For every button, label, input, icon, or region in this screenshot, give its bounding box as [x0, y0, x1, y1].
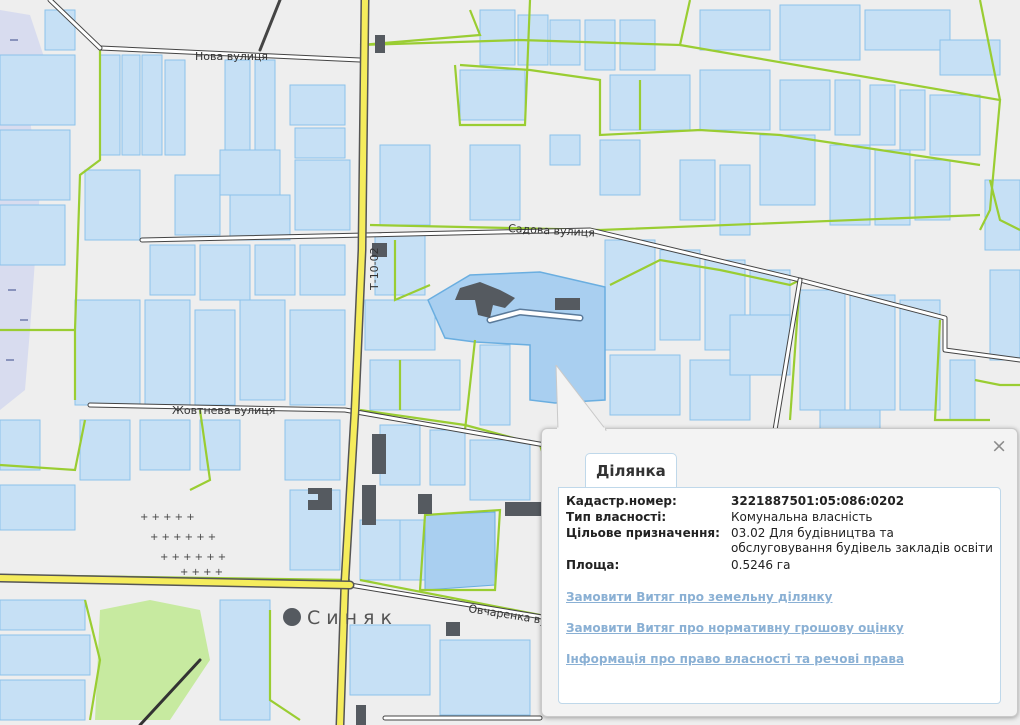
- ownership-type-row: Тип власності: Комунальна власність: [566, 510, 996, 525]
- popup-pointer: [555, 365, 608, 431]
- purpose-value: 03.02 Для будівництва та обслуговування …: [731, 526, 993, 555]
- street-label-nova: Нова вулиця: [195, 50, 268, 63]
- svg-text:+ + + + + +: + + + + + +: [150, 532, 216, 543]
- area-value: 0.5246 га: [731, 558, 791, 572]
- town-label: Синяк: [307, 607, 398, 629]
- road-label-t1002: Т-10-02: [368, 247, 381, 291]
- svg-text:+ + + + +: + + + + +: [140, 512, 195, 523]
- svg-text:+ + + +: + + + +: [180, 567, 223, 578]
- field-label: Цільове призначення:: [566, 526, 720, 540]
- sport-field: [424, 511, 496, 591]
- ownership-rights-info-link[interactable]: Інформація про право власності та речові…: [566, 652, 904, 666]
- area-row: Площа: 0.5246 га: [566, 558, 996, 573]
- purpose-row: Цільове призначення: 03.02 Для будівництв…: [566, 526, 996, 556]
- field-label: Тип власності:: [566, 510, 667, 524]
- tab-parcel[interactable]: Ділянка: [585, 453, 677, 488]
- field-label: Кадастр.номер:: [566, 494, 677, 508]
- parcel-info-panel: Кадастр.номер: 3221887501:05:086:0202 Тип…: [558, 487, 1001, 704]
- order-valuation-extract-link[interactable]: Замовити Витяг про нормативну грошову оц…: [566, 621, 904, 635]
- field-label: Площа:: [566, 558, 620, 572]
- cadastral-number-row: Кадастр.номер: 3221887501:05:086:0202: [566, 494, 996, 509]
- street-label-zhovtneva: Жовтнева вулиця: [172, 404, 275, 417]
- cadastral-number-value: 3221887501:05:086:0202: [731, 494, 905, 508]
- parcel-popup: × Ділянка Кадастр.номер: 3221887501:05:08…: [541, 428, 1018, 717]
- ownership-type-value: Комунальна власність: [731, 510, 873, 524]
- close-icon[interactable]: ×: [991, 435, 1007, 457]
- order-land-extract-link[interactable]: Замовити Витяг про земельну ділянку: [566, 590, 832, 604]
- svg-text:+ + + + + +: + + + + + +: [160, 552, 226, 563]
